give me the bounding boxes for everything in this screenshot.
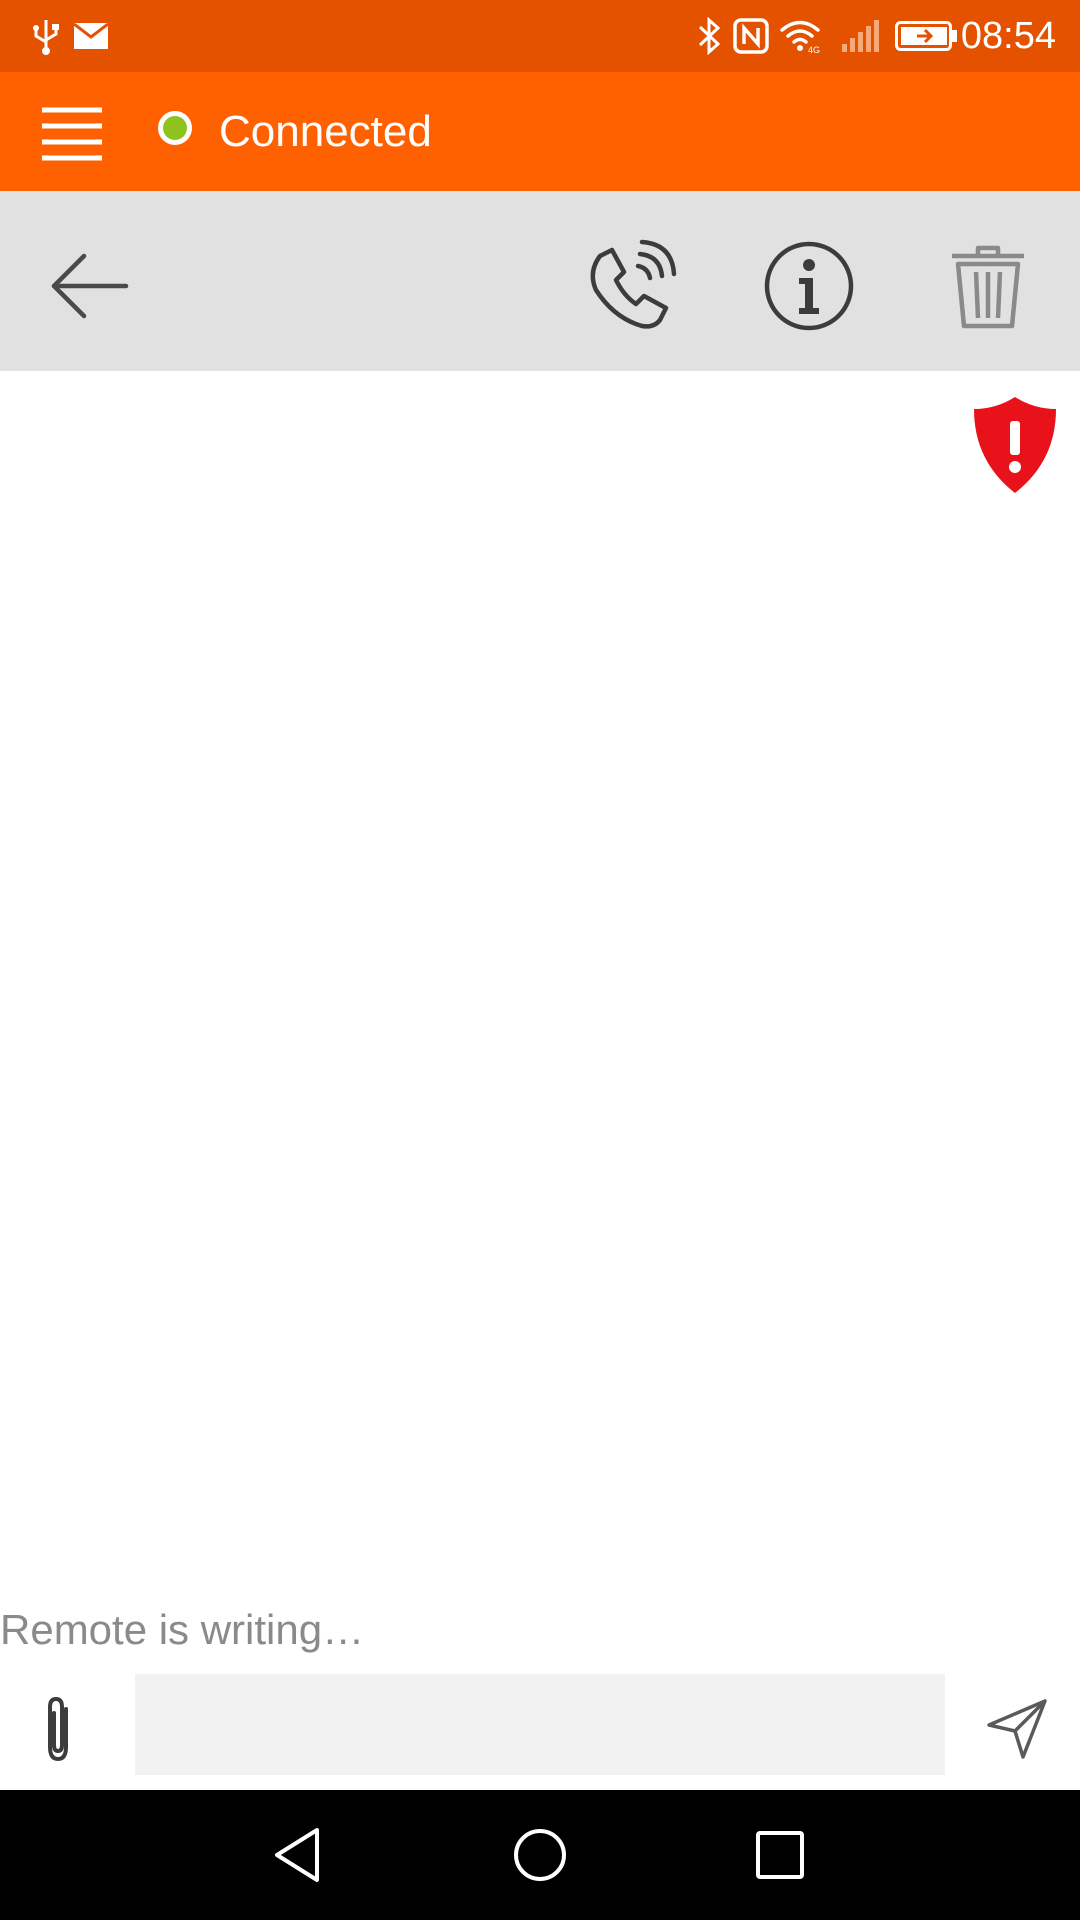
menu-button[interactable] bbox=[40, 100, 104, 164]
connection-status-label: Connected bbox=[219, 107, 432, 156]
hamburger-menu-icon bbox=[42, 107, 102, 161]
attach-button[interactable] bbox=[30, 1695, 90, 1765]
back-arrow-icon bbox=[51, 253, 129, 319]
status-bar: 4G 08:54 bbox=[0, 0, 1080, 72]
connection-status-dot bbox=[158, 111, 192, 145]
send-button[interactable] bbox=[985, 1697, 1049, 1761]
shield-alert-icon bbox=[974, 397, 1056, 493]
call-button[interactable] bbox=[578, 236, 678, 336]
nav-back-button[interactable] bbox=[265, 1820, 335, 1890]
app-bar: Connected bbox=[0, 72, 1080, 191]
mail-icon bbox=[74, 0, 108, 72]
chat-screen: 4G 08:54 Connected Remote is writing… bbox=[0, 0, 1080, 1920]
delete-button[interactable] bbox=[938, 236, 1038, 336]
usb-icon bbox=[32, 0, 60, 72]
nav-recents-icon bbox=[756, 1831, 804, 1879]
nav-recents-button[interactable] bbox=[745, 1820, 815, 1890]
nav-home-icon bbox=[514, 1829, 566, 1881]
send-icon bbox=[987, 1699, 1047, 1759]
chat-toolbar bbox=[0, 191, 1080, 371]
security-warning-button[interactable] bbox=[972, 395, 1058, 495]
paperclip-icon bbox=[48, 1696, 68, 1762]
back-button[interactable] bbox=[40, 236, 140, 336]
battery-charging-icon bbox=[895, 0, 957, 72]
call-icon bbox=[590, 239, 677, 329]
wifi-icon: 4G bbox=[779, 0, 821, 72]
message-composer bbox=[0, 1665, 1080, 1790]
status-time: 08:54 bbox=[960, 15, 1056, 57]
nfc-icon bbox=[733, 0, 769, 72]
svg-text:4G: 4G bbox=[808, 45, 820, 53]
info-button[interactable] bbox=[759, 236, 859, 336]
system-nav-bar bbox=[0, 1790, 1080, 1920]
message-list[interactable] bbox=[0, 371, 1080, 1581]
signal-icon bbox=[842, 0, 880, 72]
info-icon bbox=[764, 241, 854, 331]
bluetooth-icon bbox=[696, 0, 722, 72]
nav-back-icon bbox=[275, 1828, 319, 1882]
typing-status: Remote is writing… bbox=[0, 1606, 365, 1653]
message-input[interactable] bbox=[135, 1674, 945, 1775]
trash-icon bbox=[952, 245, 1024, 329]
nav-home-button[interactable] bbox=[505, 1820, 575, 1890]
